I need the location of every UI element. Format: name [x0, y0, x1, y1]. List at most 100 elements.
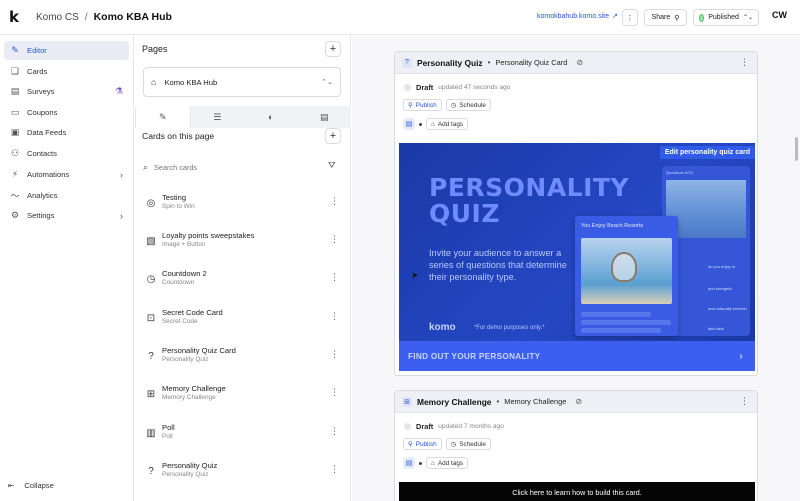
list-item[interactable]: ⊡ Secret Code Card Secret Code ⋮: [145, 308, 343, 338]
list-item[interactable]: ▥ Poll Poll ⋮: [145, 423, 343, 453]
add-card-button[interactable]: +: [325, 128, 341, 144]
kebab-icon[interactable]: ⋮: [330, 196, 339, 207]
filter-icon[interactable]: ⛛: [328, 160, 336, 171]
schedule-label: Schedule: [459, 440, 486, 448]
komo-logo[interactable]: k: [9, 10, 23, 25]
share-label: Share: [651, 14, 671, 21]
sidebar-item-automations[interactable]: ⚡ Automations ›: [4, 165, 129, 184]
collapse-label: Collapse: [24, 481, 54, 490]
schedule-button[interactable]: ◷ Schedule: [445, 438, 491, 450]
kebab-icon[interactable]: ⋮: [330, 234, 339, 245]
quiz-preview[interactable]: Questions 6/10 do you enjoy m and energe…: [399, 143, 755, 371]
timer-icon: ◷: [146, 273, 156, 285]
breadcrumb-org[interactable]: Komo CS: [36, 12, 79, 23]
kebab-icon[interactable]: ⋮: [330, 426, 339, 437]
cards-on-page-title: Cards on this page: [142, 131, 215, 141]
card-name: Personality Quiz: [162, 461, 218, 470]
contacts-icon: ⚇: [10, 148, 20, 158]
find-personality-button[interactable]: FIND OUT YOUR PERSONALITY ›: [399, 341, 755, 371]
tab-layout[interactable]: ☰: [191, 106, 245, 128]
sidebar-item-label: Contacts: [27, 149, 57, 158]
tab-cards[interactable]: ✎: [135, 106, 191, 128]
status-row: Draft updated 7 months ago: [404, 422, 504, 431]
tab-theme[interactable]: ◐: [244, 106, 298, 128]
sidebar-item-settings[interactable]: ⚙ Settings ›: [4, 206, 129, 225]
sidebar-item-label: Cards: [27, 67, 48, 76]
status-label: Draft: [416, 83, 434, 92]
collapse-button[interactable]: ⇤ Collapse: [8, 481, 54, 490]
kebab-icon[interactable]: ⋮: [740, 57, 749, 68]
kebab-icon[interactable]: ⋮: [330, 311, 339, 322]
image-icon: ▧: [146, 235, 156, 247]
phone-option: and culturally enrichin: [708, 306, 747, 311]
page-select[interactable]: ⌂ Komo KBA Hub ⌃⌄: [143, 67, 341, 97]
kebab-icon[interactable]: ⋮: [330, 464, 339, 475]
sidebar-item-surveys[interactable]: ▤ Surveys ⚗: [4, 82, 129, 101]
scrollbar[interactable]: [795, 137, 798, 161]
kebab-icon[interactable]: ⋮: [330, 349, 339, 360]
card-type: Image + Button: [162, 241, 206, 248]
learn-how-banner[interactable]: Click here to learn how to build this ca…: [399, 482, 755, 501]
sidebar-item-cards[interactable]: ❏ Cards: [4, 62, 129, 81]
demo-disclaimer: *For demo purposes only.*: [474, 325, 545, 331]
clipboard-icon[interactable]: ▤: [403, 118, 415, 130]
plus-icon: +: [329, 43, 337, 55]
sidebar-item-contacts[interactable]: ⚇ Contacts: [4, 144, 129, 163]
list-item[interactable]: ◎ Testing Spin to Win ⋮: [145, 193, 343, 223]
action-row: ⚲ Publish ◷ Schedule: [403, 99, 491, 111]
tab-settings[interactable]: ▤: [298, 106, 352, 128]
publish-button[interactable]: ⚲ Publish: [403, 99, 442, 111]
sidebar-item-analytics[interactable]: 〜 Analytics: [4, 186, 129, 205]
add-tags-button[interactable]: ⌂ Add tags: [426, 457, 469, 469]
analytics-icon: 〜: [10, 191, 20, 201]
editor-canvas: ? Personality Quiz • Personality Quiz Ca…: [352, 36, 800, 501]
komo-logo: komo: [429, 322, 456, 333]
poll-icon: ▥: [146, 427, 156, 439]
share-button[interactable]: Share ⚲: [644, 9, 687, 26]
chevron-right-icon: ›: [120, 169, 123, 180]
add-tags-button[interactable]: ⌂ Add tags: [426, 118, 469, 130]
list-item[interactable]: ? Personality Quiz Card Personality Quiz…: [145, 346, 343, 376]
card-name: Poll: [162, 423, 175, 432]
kebab-icon[interactable]: ⋮: [740, 396, 749, 407]
kebab-icon[interactable]: ⋮: [330, 387, 339, 398]
add-page-button[interactable]: +: [325, 41, 341, 57]
more-options-button[interactable]: ⋮: [622, 9, 638, 26]
breadcrumb: Komo CS / Komo KBA Hub: [36, 11, 172, 23]
sidebar-item-editor[interactable]: ✎ Editor: [4, 41, 129, 60]
pin-icon: ⚲: [408, 441, 413, 448]
site-link[interactable]: komokbahub.komo.site ↗: [537, 12, 618, 21]
search-input[interactable]: Search cards: [154, 163, 197, 172]
sidebar-item-data-feeds[interactable]: ▣ Data Feeds: [4, 123, 129, 142]
edit-card-button[interactable]: Edit personality quiz card: [659, 146, 755, 159]
breadcrumb-hub[interactable]: Komo KBA Hub: [94, 11, 172, 23]
site-link-label[interactable]: komokbahub.komo.site: [537, 13, 609, 20]
card-search[interactable]: ⌕ Search cards: [143, 159, 341, 175]
publish-status-button[interactable]: Published ⌃⌄: [693, 9, 759, 26]
tag-row: ▤ ⌂ Add tags: [403, 118, 469, 130]
chevron-right-icon: ›: [120, 210, 123, 221]
visibility-icon[interactable]: ⊘: [576, 58, 583, 67]
collapse-icon: ⇤: [8, 481, 15, 490]
user-avatar[interactable]: CW: [772, 10, 787, 20]
separator-dot: [419, 122, 422, 126]
quiz-icon: ?: [148, 465, 154, 477]
card-title[interactable]: Memory Challenge: [417, 397, 491, 407]
cta-label: FIND OUT YOUR PERSONALITY: [408, 351, 541, 361]
card-type: Memory Challenge: [504, 397, 567, 406]
pin-icon: ⚲: [408, 102, 413, 109]
grid-icon: ⊞: [402, 396, 412, 407]
publish-button[interactable]: ⚲ Publish: [403, 438, 442, 450]
clipboard-icon[interactable]: ▤: [403, 457, 415, 469]
list-item[interactable]: ? Personality Quiz Personality Quiz ⋮: [145, 461, 343, 491]
card-title[interactable]: Personality Quiz: [417, 58, 483, 68]
memory-challenge-card: ⊞ Memory Challenge • Memory Challenge ⊘ …: [394, 390, 758, 501]
visibility-icon[interactable]: ⊘: [575, 397, 582, 406]
schedule-button[interactable]: ◷ Schedule: [445, 99, 491, 111]
phone-option: and energetic: [708, 286, 733, 291]
list-item[interactable]: ⊞ Memory Challenge Memory Challenge ⋮: [145, 384, 343, 414]
list-item[interactable]: ◷ Countdown 2 Countdown ⋮: [145, 269, 343, 299]
list-item[interactable]: ▧ Loyalty points sweepstakes Image + But…: [145, 231, 343, 261]
kebab-icon[interactable]: ⋮: [330, 272, 339, 283]
sidebar-item-coupons[interactable]: ▭ Coupons: [4, 103, 129, 122]
